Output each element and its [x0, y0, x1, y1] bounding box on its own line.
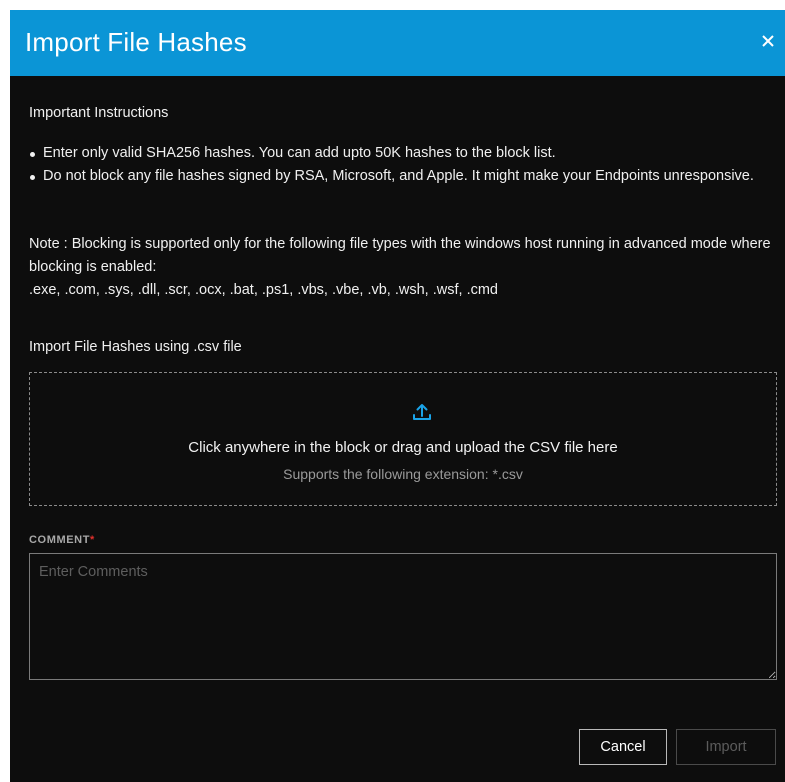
note-text: Note : Blocking is supported only for th… [29, 236, 771, 275]
import-button[interactable]: Import [676, 729, 776, 765]
comment-label-text: COMMENT [29, 534, 91, 546]
instructions-heading: Important Instructions [29, 105, 169, 121]
upload-icon [413, 404, 431, 420]
import-file-hashes-dialog: Import File Hashes Important Instruction… [10, 10, 785, 782]
instruction-item: Do not block any file hashes signed by R… [28, 165, 768, 188]
dropzone-main-text: Click anywhere in the block or drag and … [188, 439, 618, 456]
instruction-item: Enter only valid SHA256 hashes. You can … [28, 142, 768, 165]
comment-label: COMMENT* [29, 534, 95, 546]
required-asterisk: * [90, 534, 95, 546]
dialog-title: Import File Hashes [25, 27, 247, 57]
instructions-list: Enter only valid SHA256 hashes. You can … [28, 142, 768, 188]
blocking-note: Note : Blocking is supported only for th… [29, 233, 774, 302]
cancel-button[interactable]: Cancel [579, 729, 667, 765]
csv-upload-dropzone[interactable]: Click anywhere in the block or drag and … [29, 372, 777, 506]
supported-extensions: .exe, .com, .sys, .dll, .scr, .ocx, .bat… [29, 282, 498, 298]
import-csv-label: Import File Hashes using .csv file [29, 339, 242, 355]
comment-input[interactable] [29, 553, 777, 680]
dropzone-sub-text: Supports the following extension: *.csv [283, 466, 523, 482]
dialog-titlebar: Import File Hashes [10, 10, 785, 76]
close-icon[interactable] [757, 30, 779, 52]
